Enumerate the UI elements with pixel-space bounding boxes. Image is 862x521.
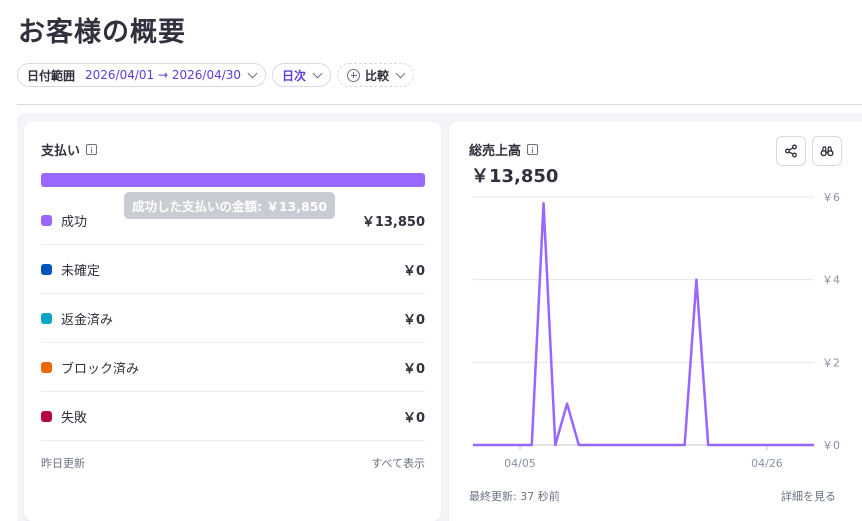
view-details-link[interactable]: 詳細を見る — [781, 488, 836, 504]
row-label: ブロック済み — [61, 361, 140, 377]
series-line[interactable] — [473, 201, 814, 447]
gross-volume-title-text: 総売上高 — [469, 144, 522, 159]
row-label: 成功 — [61, 214, 88, 230]
date-range-filter[interactable]: 日付範囲 2026/04/01 → 2026/04/30 — [17, 63, 267, 87]
payment-row-blocked[interactable]: ブロック済み ￥0 — [41, 343, 425, 392]
y-tick-label: ￥6 — [822, 191, 840, 204]
row-value: ￥0 — [402, 263, 425, 279]
status-dot — [41, 312, 52, 324]
binoculars-icon — [820, 146, 834, 157]
info-icon[interactable] — [527, 144, 539, 155]
payments-title: 支払い — [41, 140, 98, 159]
share-button[interactable] — [776, 136, 806, 166]
row-label: 未確定 — [61, 263, 101, 279]
page-title: お客様の概要 — [18, 17, 186, 48]
status-dot — [41, 361, 52, 373]
share-icon — [785, 144, 797, 158]
filter-bar: 日付範囲 2026/04/01 → 2026/04/30 日次 比較 — [17, 63, 415, 87]
row-label: 失敗 — [61, 410, 88, 426]
y-tick-label: ￥0 — [822, 439, 840, 452]
row-value: ￥0 — [402, 410, 425, 426]
divider — [17, 104, 862, 105]
interval-value: 日次 — [282, 68, 307, 83]
gross-volume-chart[interactable]: ￥6 ￥4 ￥2 ￥0 04/05 04/26 — [449, 182, 862, 482]
date-range-value: 2026/04/01 → 2026/04/30 — [85, 68, 242, 82]
status-dot — [41, 410, 52, 422]
view-all-link[interactable]: すべて表示 — [371, 455, 425, 471]
payment-row-failed[interactable]: 失敗 ￥0 — [41, 392, 425, 441]
payments-card: 支払い 成功した支払いの金額: ￥13,850 成功 ￥13,850 未確定 ￥… — [24, 122, 441, 521]
date-range-label: 日付範囲 — [27, 68, 76, 83]
chevron-down-icon — [312, 68, 323, 78]
info-icon[interactable] — [86, 144, 98, 155]
gross-volume-card: 総売上高 ￥13,850 ￥6 ￥4 ￥2 ￥0 04/05 04/26 最終更新: 3… — [449, 122, 862, 521]
y-axis-ticks: ￥6 ￥4 ￥2 ￥0 — [822, 191, 840, 452]
payments-title-text: 支払い — [41, 144, 81, 159]
status-dot — [41, 263, 52, 275]
row-label: 返金済み — [61, 312, 114, 328]
gross-volume-title: 総売上高 — [469, 140, 539, 159]
x-axis-ticks: 04/05 04/26 — [504, 445, 783, 470]
status-dot — [41, 214, 52, 226]
chart-gridlines — [473, 196, 814, 446]
chevron-down-icon — [395, 68, 406, 78]
y-tick-label: ￥4 — [822, 274, 840, 287]
gross-volume-updated-text: 最終更新: 37 秒前 — [469, 490, 560, 503]
row-value: ￥0 — [402, 361, 425, 377]
chevron-down-icon — [247, 68, 258, 78]
plus-circle-icon — [347, 68, 361, 82]
payment-row-succeeded[interactable]: 成功 ￥13,850 — [41, 196, 425, 245]
y-tick-label: ￥2 — [822, 356, 840, 369]
compare-filter[interactable]: 比較 — [337, 63, 415, 87]
interval-filter[interactable]: 日次 — [272, 63, 332, 87]
compare-label: 比較 — [365, 68, 390, 83]
explore-button[interactable] — [812, 136, 842, 166]
chart-line-layer — [473, 201, 814, 447]
x-tick-label: 04/05 — [504, 457, 536, 470]
payments-updated-text: 昨日更新 — [41, 457, 85, 470]
row-value: ￥13,850 — [361, 214, 425, 230]
payment-row-refunded[interactable]: 返金済み ￥0 — [41, 294, 425, 343]
payment-row-uncaptured[interactable]: 未確定 ￥0 — [41, 245, 425, 294]
row-value: ￥0 — [402, 312, 425, 328]
x-tick-label: 04/26 — [751, 457, 783, 470]
payments-bar[interactable] — [41, 173, 425, 187]
